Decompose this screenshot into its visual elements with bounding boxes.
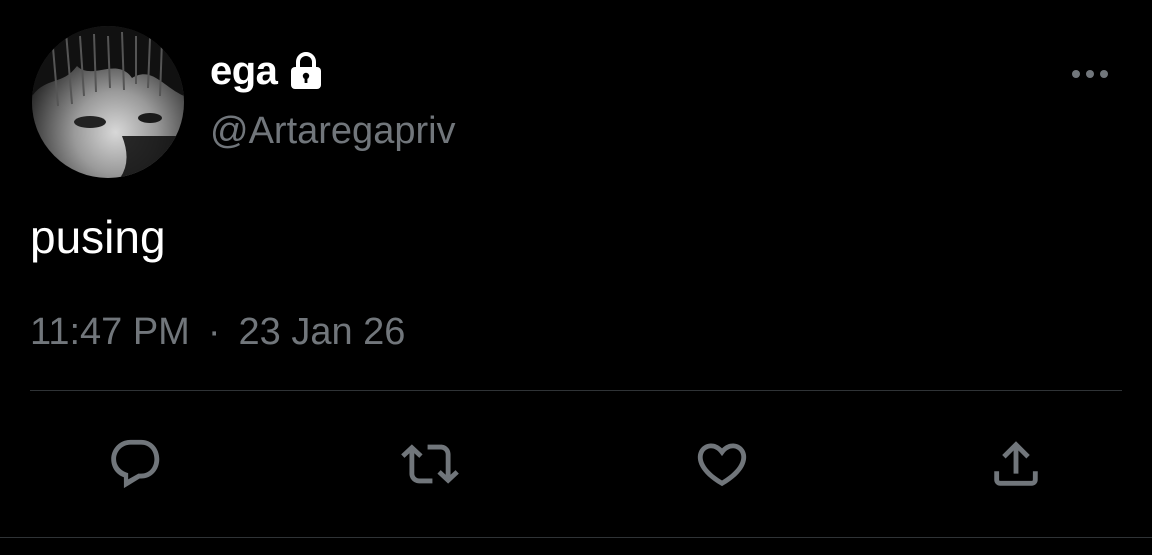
meta-separator: · (207, 311, 221, 353)
user-name-row: ega (210, 46, 325, 96)
more-icon (1072, 70, 1108, 78)
more-options-button[interactable] (1068, 64, 1112, 84)
avatar-image (32, 26, 184, 178)
bottom-divider (0, 537, 1152, 538)
like-icon (697, 443, 747, 487)
avatar[interactable] (32, 26, 184, 178)
like-button[interactable] (692, 434, 752, 494)
divider (30, 390, 1122, 391)
reply-button[interactable] (106, 434, 166, 494)
user-handle[interactable]: @Artaregapriv (210, 112, 456, 150)
tweet-timestamp: 11:47 PM · 23 Jan 26 (30, 313, 405, 351)
retweet-button[interactable] (400, 434, 460, 494)
tweet-time[interactable]: 11:47 PM (30, 311, 190, 353)
display-name[interactable]: ega (210, 51, 278, 91)
lock-icon (287, 51, 325, 91)
reply-icon (111, 439, 160, 489)
retweet-icon (401, 444, 459, 484)
tweet-date[interactable]: 23 Jan 26 (239, 311, 406, 353)
share-icon (994, 441, 1038, 486)
share-button[interactable] (986, 434, 1046, 494)
tweet-text: pusing (30, 211, 166, 263)
